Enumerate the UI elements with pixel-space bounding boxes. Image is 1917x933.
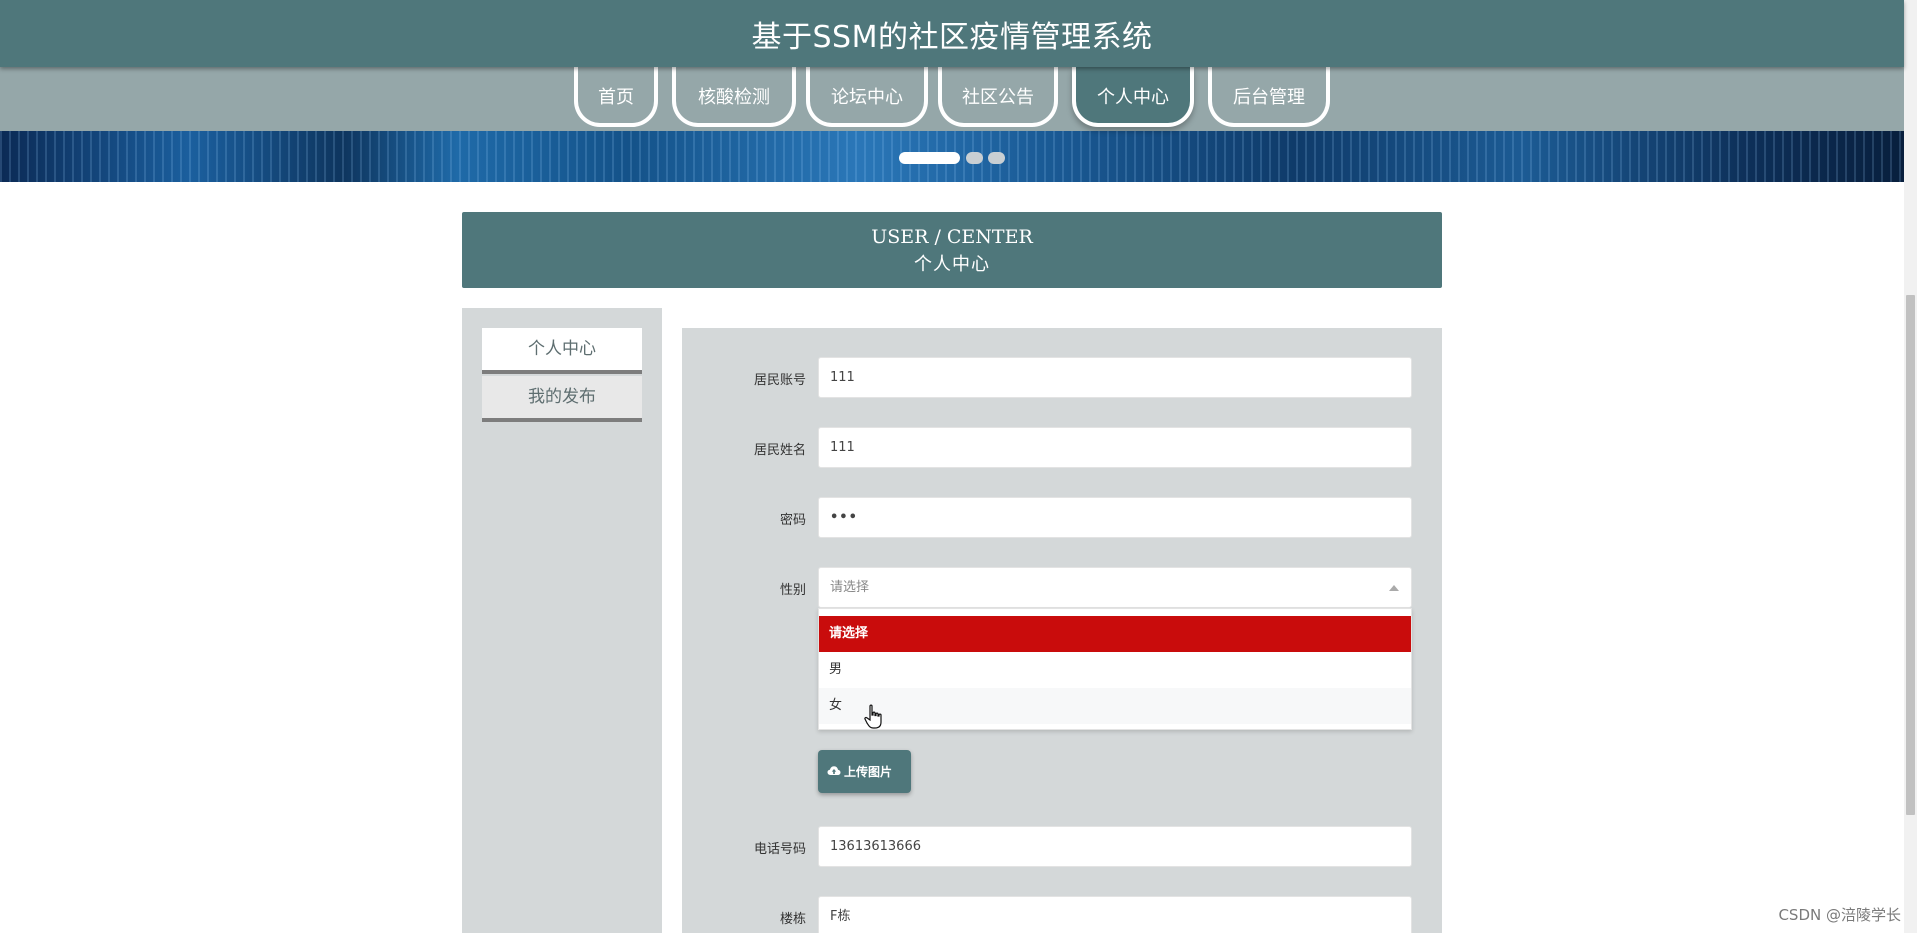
account-label: 居民账号 xyxy=(753,373,806,388)
carousel-dot-2[interactable] xyxy=(966,152,983,164)
building-label: 楼栋 xyxy=(779,912,806,927)
gender-dropdown: 请选择 男 女 xyxy=(818,608,1412,730)
phone-field[interactable]: 13613613666 xyxy=(818,826,1412,867)
carousel-dot-1[interactable] xyxy=(899,152,960,164)
site-title: 基于SSM的社区疫情管理系统 xyxy=(751,20,1153,55)
sidebar-item-my-posts[interactable]: 我的发布 xyxy=(482,376,642,422)
upload-image-label: 上传图片 xyxy=(844,765,893,779)
name-field[interactable]: 111 xyxy=(818,427,1412,468)
phone-label: 电话号码 xyxy=(753,842,806,857)
nav-admin[interactable]: 后台管理 xyxy=(1208,67,1330,127)
nav-user-center[interactable]: 个人中心 xyxy=(1072,67,1194,127)
gender-select-value: 请选择 xyxy=(830,580,870,595)
gender-select[interactable]: 请选择 xyxy=(818,567,1412,608)
building-field[interactable]: F栋 xyxy=(818,896,1412,933)
section-title-en: USER / CENTER xyxy=(871,226,1033,248)
account-field[interactable]: 111 xyxy=(818,357,1412,398)
sidebar-item-user-center[interactable]: 个人中心 xyxy=(482,328,642,374)
caret-up-icon xyxy=(1389,585,1399,591)
gender-label: 性别 xyxy=(779,583,806,598)
scrollbar-thumb[interactable] xyxy=(1906,295,1915,815)
nav-home[interactable]: 首页 xyxy=(574,67,658,127)
gender-option-placeholder[interactable]: 请选择 xyxy=(819,616,1411,652)
cloud-upload-icon xyxy=(827,766,841,775)
page: 基于SSM的社区疫情管理系统 首页 核酸检测 论坛中心 社区公告 个人中心 后台… xyxy=(0,0,1917,933)
carousel-dot-3[interactable] xyxy=(988,152,1005,164)
gender-option-female[interactable]: 女 xyxy=(819,688,1411,724)
watermark: CSDN @涪陵学长 xyxy=(1778,906,1901,924)
password-label: 密码 xyxy=(779,513,806,528)
nav-announcements[interactable]: 社区公告 xyxy=(938,67,1058,127)
section-title-cn: 个人中心 xyxy=(914,254,990,275)
banner-carousel xyxy=(0,131,1904,182)
sidebar: 个人中心 我的发布 xyxy=(462,308,662,933)
nav-forum[interactable]: 论坛中心 xyxy=(806,67,928,127)
hand-pointer-icon xyxy=(864,704,884,730)
main-nav: 首页 核酸检测 论坛中心 社区公告 个人中心 后台管理 xyxy=(0,67,1904,131)
site-header: 基于SSM的社区疫情管理系统 xyxy=(0,0,1904,67)
password-field[interactable]: ••• xyxy=(818,497,1412,538)
upload-image-button[interactable]: 上传图片 xyxy=(818,750,911,793)
nav-nucleic-test[interactable]: 核酸检测 xyxy=(672,67,796,127)
name-label: 居民姓名 xyxy=(753,443,806,458)
gender-option-male[interactable]: 男 xyxy=(819,652,1411,688)
section-header: USER / CENTER 个人中心 xyxy=(462,212,1442,288)
